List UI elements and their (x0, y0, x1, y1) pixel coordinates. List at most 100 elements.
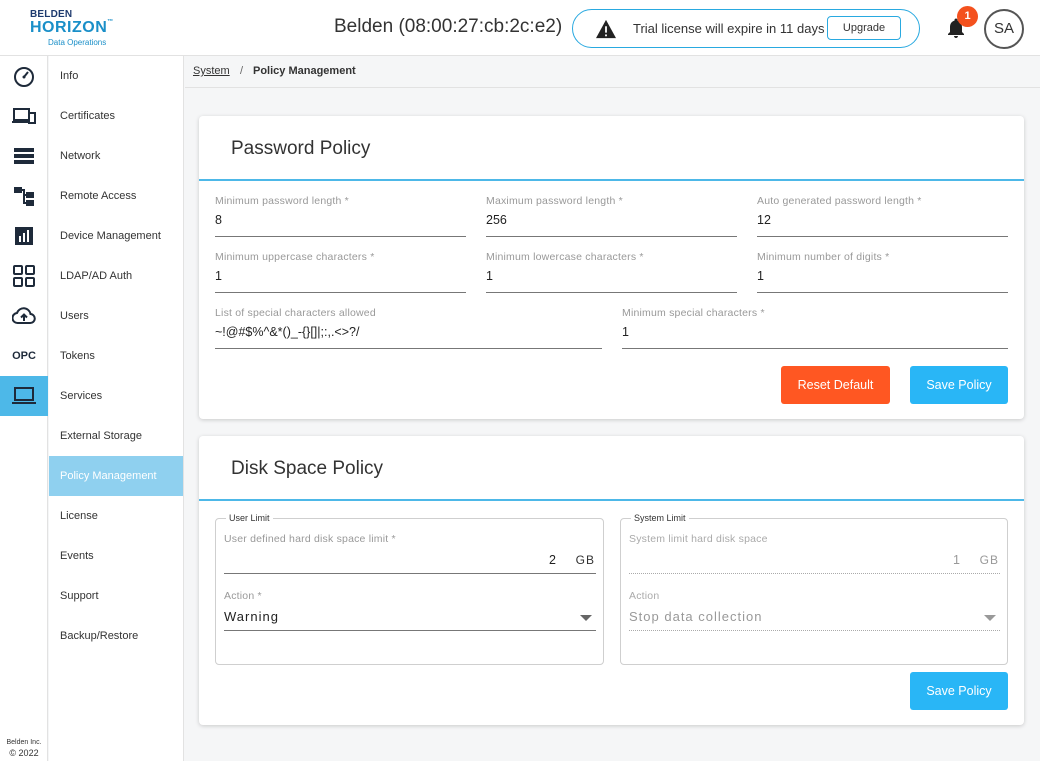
card-divider (199, 499, 1024, 501)
trial-license-banner: Trial license will expire in 11 days Upg… (572, 9, 920, 48)
menu-item-external-storage[interactable]: External Storage (49, 416, 183, 456)
menu-item-certificates[interactable]: Certificates (49, 96, 183, 136)
min-upper-input[interactable]: 1 (215, 269, 466, 293)
reset-default-button[interactable]: Reset Default (781, 366, 890, 404)
breadcrumb-current: Policy Management (253, 65, 356, 77)
max-length-input[interactable]: 256 (486, 213, 737, 237)
breadcrumb-separator: / (240, 65, 244, 77)
menu-item-services[interactable]: Services (49, 376, 183, 416)
menu-item-users[interactable]: Users (49, 296, 183, 336)
save-password-policy-button[interactable]: Save Policy (910, 366, 1008, 404)
min-special-field[interactable]: Minimum special characters * 1 (622, 307, 1008, 349)
min-upper-field[interactable]: Minimum uppercase characters * 1 (215, 251, 466, 293)
special-list-field[interactable]: List of special characters allowed ~!@#$… (215, 307, 602, 349)
rail-system[interactable] (0, 376, 48, 416)
opc-icon: OPC (12, 350, 36, 362)
user-limit-legend: User Limit (226, 513, 273, 523)
input-underline (224, 573, 596, 574)
field-label: Minimum uppercase characters * (215, 251, 375, 263)
min-length-input[interactable]: 8 (215, 213, 466, 237)
trial-message: Trial license will expire in 11 days (633, 21, 825, 36)
rail-opc[interactable]: OPC (0, 336, 48, 376)
min-digits-field[interactable]: Minimum number of digits * 1 (757, 251, 1008, 293)
select-underline (629, 630, 1000, 631)
save-disk-policy-button[interactable]: Save Policy (910, 672, 1008, 710)
cloud-upload-icon (12, 307, 36, 324)
menu-item-backup-restore[interactable]: Backup/Restore (49, 616, 183, 656)
menu-item-remote-access[interactable]: Remote Access (49, 176, 183, 216)
min-digits-input[interactable]: 1 (757, 269, 1008, 293)
system-limit-field-label: System limit hard disk space (629, 533, 768, 545)
disk-space-policy-title: Disk Space Policy (231, 458, 384, 479)
user-action-select[interactable]: Warning (224, 609, 279, 624)
user-limit-field-label: User defined hard disk space limit * (224, 533, 396, 545)
system-limit-legend: System Limit (631, 513, 689, 523)
chevron-down-icon (984, 615, 996, 621)
system-action-label: Action (629, 590, 660, 602)
field-label: Minimum special characters * (622, 307, 765, 319)
min-lower-input[interactable]: 1 (486, 269, 737, 293)
field-label: List of special characters allowed (215, 307, 376, 319)
rail-storage[interactable] (0, 136, 48, 176)
field-label: Minimum password length * (215, 195, 349, 207)
user-limit-group: User Limit User defined hard disk space … (215, 513, 604, 665)
copyright: © 2022 (9, 748, 39, 758)
rail-devices[interactable] (0, 96, 48, 136)
menu-item-policy-management[interactable]: Policy Management (49, 456, 183, 496)
card-divider (199, 179, 1024, 181)
warning-icon (596, 19, 616, 39)
password-policy-card: Password Policy Minimum password length … (199, 116, 1024, 419)
logo-line-3: Data Operations (48, 38, 107, 47)
input-underline (629, 573, 1000, 574)
select-underline (224, 630, 596, 631)
disk-space-policy-card: Disk Space Policy User Limit User define… (199, 436, 1024, 725)
rail-apps[interactable] (0, 256, 48, 296)
field-label: Auto generated password length * (757, 195, 922, 207)
system-menu: Info Certificates Network Remote Access … (49, 56, 184, 761)
menu-item-info[interactable]: Info (49, 56, 183, 96)
menu-item-support[interactable]: Support (49, 576, 183, 616)
user-avatar[interactable]: SA (984, 9, 1024, 49)
system-limit-input: 1 (953, 553, 960, 567)
auto-length-input[interactable]: 12 (757, 213, 1008, 237)
analytics-icon (15, 227, 33, 245)
storage-list-icon (14, 148, 34, 164)
breadcrumb-system-link[interactable]: System (193, 65, 230, 77)
device-title: Belden (08:00:27:cb:2c:e2) (334, 16, 563, 37)
apps-grid-icon (13, 265, 35, 287)
special-list-input[interactable]: ~!@#$%^&*()_-{}[]|;:,.<>?/ (215, 325, 602, 349)
max-length-field[interactable]: Maximum password length * 256 (486, 195, 737, 237)
rail-analytics[interactable] (0, 216, 48, 256)
menu-item-tokens[interactable]: Tokens (49, 336, 183, 376)
chevron-down-icon[interactable] (580, 615, 592, 621)
logo-trademark: ™ (107, 19, 114, 25)
rail-dashboard[interactable] (0, 56, 48, 96)
min-length-field[interactable]: Minimum password length * 8 (215, 195, 466, 237)
min-special-input[interactable]: 1 (622, 325, 1008, 349)
system-action-select: Stop data collection (629, 609, 763, 624)
auto-length-field[interactable]: Auto generated password length * 12 (757, 195, 1008, 237)
menu-item-network[interactable]: Network (49, 136, 183, 176)
user-limit-input[interactable]: 2 (549, 553, 556, 567)
min-lower-field[interactable]: Minimum lowercase characters * 1 (486, 251, 737, 293)
upgrade-button[interactable]: Upgrade (827, 16, 901, 40)
menu-item-events[interactable]: Events (49, 536, 183, 576)
app-header: BELDEN HORIZON™ Data Operations Belden (… (0, 0, 1040, 56)
rail-cloud[interactable] (0, 296, 48, 336)
user-limit-unit: GB (575, 553, 595, 567)
menu-item-license[interactable]: License (49, 496, 183, 536)
menu-item-device-management[interactable]: Device Management (49, 216, 183, 256)
system-laptop-icon (12, 387, 36, 404)
password-policy-title: Password Policy (231, 138, 371, 159)
breadcrumb: System / Policy Management (185, 56, 1040, 88)
rail-footer: Belden Inc. © 2022 (0, 738, 48, 758)
network-topology-icon (14, 187, 34, 206)
menu-item-ldap-auth[interactable]: LDAP/AD Auth (49, 256, 183, 296)
dashboard-icon (14, 67, 34, 87)
belden-horizon-logo[interactable]: BELDEN HORIZON™ Data Operations (28, 9, 118, 49)
notification-count-badge: 1 (957, 6, 978, 27)
rail-topology[interactable] (0, 176, 48, 216)
logo-line-2: HORIZON™ (30, 19, 114, 37)
field-label: Minimum lowercase characters * (486, 251, 644, 263)
system-limit-unit: GB (979, 553, 999, 567)
